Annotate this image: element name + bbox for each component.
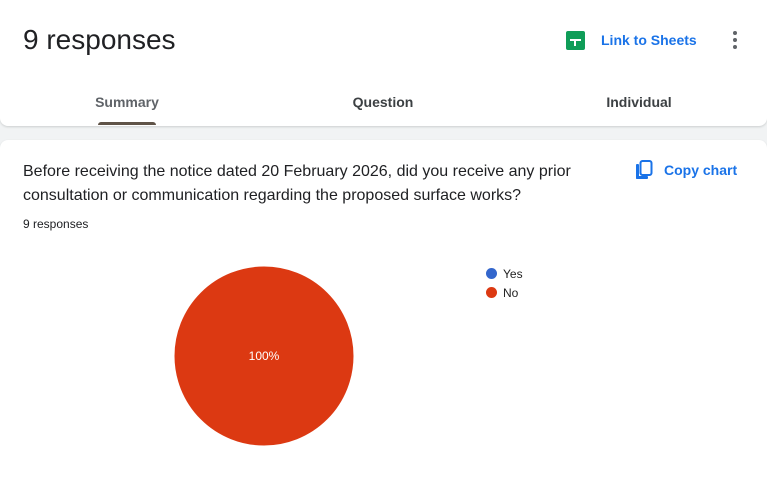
question-summary-card: Before receiving the notice dated 20 Feb… xyxy=(0,140,767,478)
active-tab-indicator xyxy=(98,122,156,125)
response-tabs: Summary Question Individual xyxy=(0,80,767,126)
summary-header: 9 responses Link to Sheets Summary Quest… xyxy=(0,0,767,126)
link-to-sheets-label: Link to Sheets xyxy=(601,32,697,48)
copy-chart-label: Copy chart xyxy=(664,162,738,178)
google-sheets-icon xyxy=(566,30,585,50)
legend-swatch-no xyxy=(486,287,497,298)
pie-chart: 100% xyxy=(173,265,355,447)
chart-legend: Yes No xyxy=(486,264,523,302)
copy-chart-button[interactable]: Copy chart xyxy=(634,160,737,180)
legend-item-no[interactable]: No xyxy=(486,283,523,302)
response-count: 9 responses xyxy=(23,217,89,231)
tab-summary[interactable]: Summary xyxy=(95,94,159,110)
legend-label-yes: Yes xyxy=(503,266,523,281)
pie-slice-label-no: 100% xyxy=(249,349,280,363)
tab-individual[interactable]: Individual xyxy=(606,94,671,110)
copy-icon xyxy=(636,160,653,179)
page-title: 9 responses xyxy=(23,24,176,55)
legend-label-no: No xyxy=(503,285,519,300)
legend-item-yes[interactable]: Yes xyxy=(486,264,523,283)
legend-swatch-yes xyxy=(486,268,497,279)
tab-question[interactable]: Question xyxy=(353,94,414,110)
question-title: Before receiving the notice dated 20 Feb… xyxy=(23,163,571,204)
more-vert-icon[interactable] xyxy=(725,30,745,50)
link-to-sheets-button[interactable]: Link to Sheets xyxy=(566,30,697,50)
